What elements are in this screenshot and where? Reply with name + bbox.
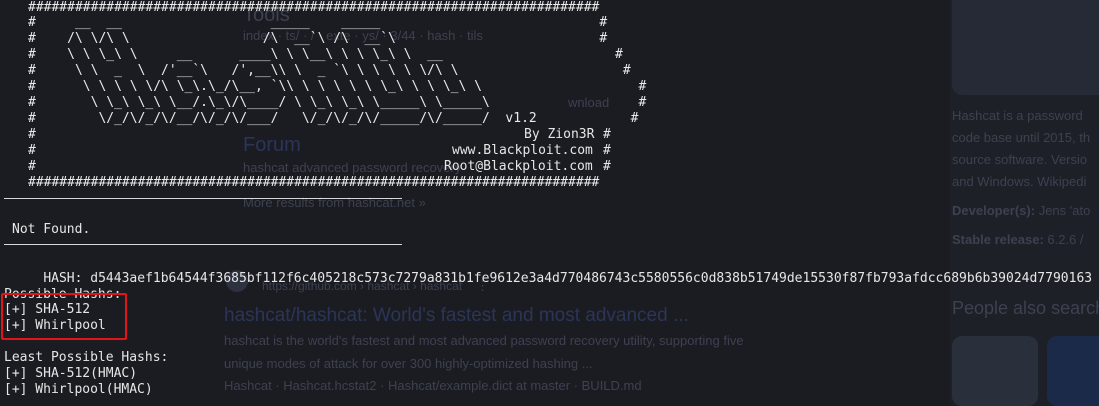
banner-hash-right-9: #	[603, 143, 611, 158]
highlight-box	[1, 293, 127, 340]
least-possible-heading: Least Possible Hashs:	[4, 350, 169, 365]
banner-author: By Zion3R	[524, 127, 595, 142]
hash-value: d5443aef1b64544f3685bf112f6c405218c573c7…	[90, 271, 1093, 286]
banner-art-line-2: # /\ \/\ \ /\ __`\ /\ __`\ #	[28, 31, 608, 46]
hash-label: HASH:	[43, 271, 83, 286]
banner-art-line-6: # \ \_\ \_\ \__/.\_\/\____/ \ \_\ \_\ \_…	[28, 95, 647, 110]
hash-line: HASH: d5443aef1b64544f3685bf112f6c405218…	[12, 255, 1092, 303]
divider-middle	[4, 244, 402, 245]
banner-border-bottom: ########################################…	[28, 175, 600, 190]
banner-hash-right-10: #	[603, 159, 611, 174]
banner-art-line-4: # \ \ _ \ /'__`\ /',__\\ \ _ `\ \ \ \ \ …	[28, 63, 631, 78]
banner-border-top: ########################################…	[28, 0, 600, 15]
divider-top	[4, 198, 402, 199]
least-possible-item: [+] SHA-512(HMAC)	[4, 366, 138, 381]
banner-hash-left-10: #	[28, 159, 36, 174]
banner-site: www.Blackploit.com	[452, 143, 593, 158]
banner-hash-left-9: #	[28, 143, 36, 158]
banner-art-line-7: # \/_/\/_/\/__/\/_/\/___/ \/_/\/_/\/____…	[28, 111, 639, 126]
terminal-output: ########################################…	[0, 0, 1099, 406]
least-possible-item: [+] Whirlpool(HMAC)	[4, 382, 153, 397]
banner-art-line-1: # __ __ _____ _____ #	[28, 15, 608, 30]
banner-art-line-3: # \ \ \_\ \ __ ____\ \ \__\ \ \ \_\ \ __…	[28, 47, 623, 62]
banner-email: Root@Blackploit.com	[444, 159, 593, 174]
banner-hash-left-8: #	[28, 127, 36, 142]
banner-hash-right-8: #	[603, 127, 611, 142]
not-found-text: Not Found.	[12, 222, 91, 237]
banner-art-line-5: # \ \ \ \ \/\ \_\.\_/\__, `\\ \ \ \ \ \ …	[28, 79, 647, 94]
